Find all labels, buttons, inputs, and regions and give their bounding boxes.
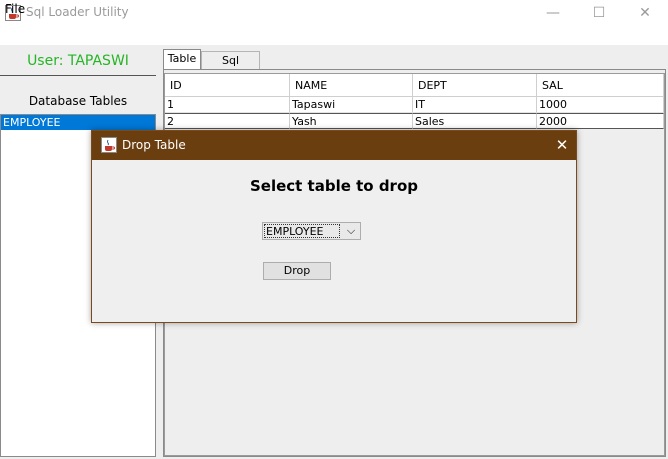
user-label: User: TAPASWI [27, 53, 129, 69]
table-cell[interactable]: 2 [165, 113, 290, 129]
close-button[interactable]: ✕ [622, 0, 668, 26]
database-tables-heading: Database Tables [28, 94, 128, 108]
table-select-value[interactable]: EMPLOYEE [264, 224, 340, 238]
tab-sql-loader[interactable]: Sql Loader [201, 51, 260, 84]
minimize-button[interactable]: — [530, 0, 576, 26]
menu-file[interactable]: File [5, 2, 25, 16]
table-cell[interactable]: Tapaswi [290, 97, 413, 113]
table-cell[interactable]: IT [413, 97, 537, 113]
column-header-name[interactable]: NAME [290, 74, 413, 97]
table-cell[interactable]: 1 [165, 97, 290, 113]
table-cell[interactable]: Yash [290, 113, 413, 129]
table-cell[interactable]: 1000 [537, 97, 664, 113]
table-cell[interactable]: 2000 [537, 113, 664, 129]
java-cup-icon [101, 137, 117, 153]
dialog-title: Drop Table [122, 138, 186, 152]
column-header-dept[interactable]: DEPT [413, 74, 537, 97]
maximize-button[interactable]: ☐ [576, 0, 622, 26]
separator [0, 75, 156, 76]
dialog-heading: Select table to drop [249, 177, 419, 195]
chevron-down-icon[interactable]: ⌵ [344, 223, 358, 239]
column-header-sal[interactable]: SAL [537, 74, 664, 97]
column-header-id[interactable]: ID [165, 74, 290, 97]
dialog-close-button[interactable]: ✕ [548, 131, 576, 160]
drop-button[interactable]: Drop [263, 262, 331, 280]
menu-bar [0, 26, 668, 45]
table-cell[interactable]: Sales [413, 113, 537, 129]
tab-table[interactable]: Table [163, 49, 201, 69]
table-list-item-employee[interactable]: EMPLOYEE [1, 115, 155, 130]
window-title: Sql Loader Utility [26, 5, 129, 19]
